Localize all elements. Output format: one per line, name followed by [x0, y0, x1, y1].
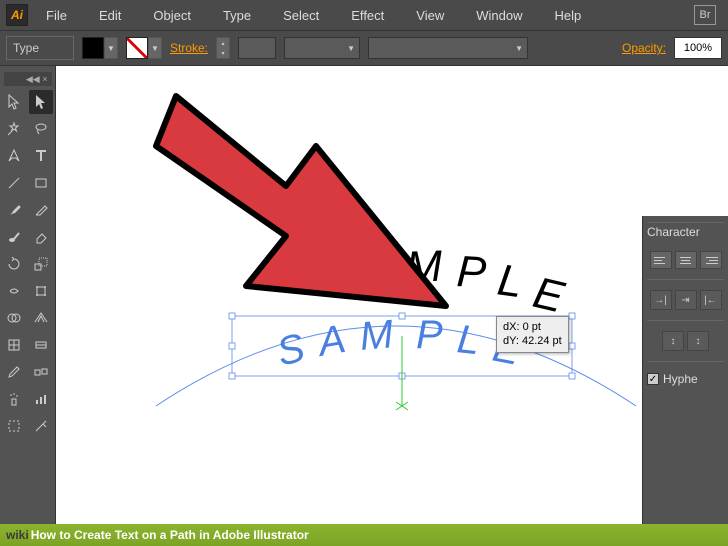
footer-caption: wiki How to Create Text on a Path in Ado… [0, 524, 728, 546]
menu-help[interactable]: Help [540, 4, 595, 27]
opacity-label[interactable]: Opacity: [622, 41, 666, 55]
width-tool[interactable] [2, 279, 26, 303]
mesh-tool[interactable] [2, 333, 26, 357]
svg-text:M: M [358, 312, 396, 359]
fill-color-icon [82, 37, 104, 59]
svg-text:A: A [313, 317, 349, 365]
type-label: Type [6, 36, 74, 60]
shape-builder-tool[interactable] [2, 306, 26, 330]
space-before-button[interactable]: ↕ [662, 331, 684, 351]
stroke-weight-spinner[interactable]: ▴▾ [216, 37, 230, 59]
hyphenate-checkbox[interactable]: ✓ [647, 373, 659, 385]
tooltip-dy: dY: 42.24 pt [503, 334, 562, 348]
stroke-profile-dropdown[interactable]: ▼ [284, 37, 360, 59]
gradient-tool[interactable] [29, 333, 53, 357]
align-center-button[interactable] [675, 251, 697, 269]
text-on-path-svg: A M P L E S A M P L E [136, 206, 656, 426]
fill-dropdown-icon[interactable]: ▼ [104, 37, 118, 59]
svg-text:L: L [495, 255, 526, 307]
line-tool[interactable] [2, 171, 26, 195]
stroke-label[interactable]: Stroke: [170, 41, 208, 55]
rectangle-tool[interactable] [29, 171, 53, 195]
perspective-tool[interactable] [29, 306, 53, 330]
indent-right-button[interactable]: |← [700, 290, 722, 310]
svg-text:S: S [273, 326, 310, 375]
character-panel: Character →| ⇥ |← ↕ ↕ ✓ Hyphe [642, 216, 728, 526]
footer-prefix: wiki [6, 528, 29, 542]
menu-object[interactable]: Object [139, 4, 205, 27]
indent-left-button[interactable]: →| [650, 290, 672, 310]
eyedropper-tool[interactable] [2, 360, 26, 384]
eraser-tool[interactable] [29, 225, 53, 249]
direct-selection-tool[interactable] [29, 90, 53, 114]
hyphenate-label: Hyphe [663, 372, 698, 386]
tool-panel: ◀◀ × [0, 66, 56, 546]
character-tab[interactable]: Character [647, 222, 724, 241]
svg-text:M: M [405, 242, 444, 292]
rotate-tool[interactable] [2, 252, 26, 276]
slice-tool[interactable] [29, 414, 53, 438]
transform-tooltip: dX: 0 pt dY: 42.24 pt [496, 316, 569, 353]
app-icon: Ai [6, 4, 28, 26]
artboard-tool[interactable] [2, 414, 26, 438]
type-tool[interactable] [29, 144, 53, 168]
pencil-tool[interactable] [29, 198, 53, 222]
align-left-button[interactable] [650, 251, 672, 269]
brush-dropdown[interactable]: ▼ [368, 37, 528, 59]
bridge-icon[interactable]: Br [694, 5, 716, 25]
menu-file[interactable]: File [32, 4, 81, 27]
stroke-dropdown-icon[interactable]: ▼ [148, 37, 162, 59]
fill-swatch[interactable]: ▼ [82, 37, 118, 59]
graph-tool[interactable] [29, 387, 53, 411]
menu-effect[interactable]: Effect [337, 4, 398, 27]
free-transform-tool[interactable] [29, 279, 53, 303]
svg-text:A: A [358, 243, 397, 296]
menu-select[interactable]: Select [269, 4, 333, 27]
symbol-sprayer-tool[interactable] [2, 387, 26, 411]
tooltip-dx: dX: 0 pt [503, 320, 562, 334]
blend-tool[interactable] [29, 360, 53, 384]
indent-first-button[interactable]: ⇥ [675, 290, 697, 310]
blob-brush-tool[interactable] [2, 225, 26, 249]
menu-type[interactable]: Type [209, 4, 265, 27]
svg-text:P: P [455, 247, 488, 298]
scale-tool[interactable] [29, 252, 53, 276]
align-right-button[interactable] [700, 251, 722, 269]
no-stroke-icon [126, 37, 148, 59]
workspace: ◀◀ × [0, 66, 728, 546]
selection-tool[interactable] [2, 90, 26, 114]
canvas[interactable]: A M P L E S A M P L E [56, 66, 728, 546]
space-after-button[interactable]: ↕ [687, 331, 709, 351]
svg-text:P: P [416, 313, 443, 357]
opacity-field[interactable]: 100% [674, 37, 722, 59]
stroke-weight-field[interactable] [238, 37, 276, 59]
svg-text:L: L [455, 317, 482, 363]
menu-bar: Ai File Edit Object Type Select Effect V… [0, 0, 728, 30]
magic-wand-tool[interactable] [2, 117, 26, 141]
footer-title: How to Create Text on a Path in Adobe Il… [31, 528, 309, 542]
pen-tool[interactable] [2, 144, 26, 168]
tool-panel-header[interactable]: ◀◀ × [4, 72, 52, 86]
hyphenate-row[interactable]: ✓ Hyphe [647, 372, 724, 386]
menu-window[interactable]: Window [462, 4, 536, 27]
stroke-swatch[interactable]: ▼ [126, 37, 162, 59]
svg-text:E: E [529, 268, 569, 322]
paintbrush-tool[interactable] [2, 198, 26, 222]
lasso-tool[interactable] [29, 117, 53, 141]
menu-view[interactable]: View [402, 4, 458, 27]
options-bar: Type ▼ ▼ Stroke: ▴▾ ▼ ▼ Opacity: 100% [0, 30, 728, 66]
menu-edit[interactable]: Edit [85, 4, 135, 27]
